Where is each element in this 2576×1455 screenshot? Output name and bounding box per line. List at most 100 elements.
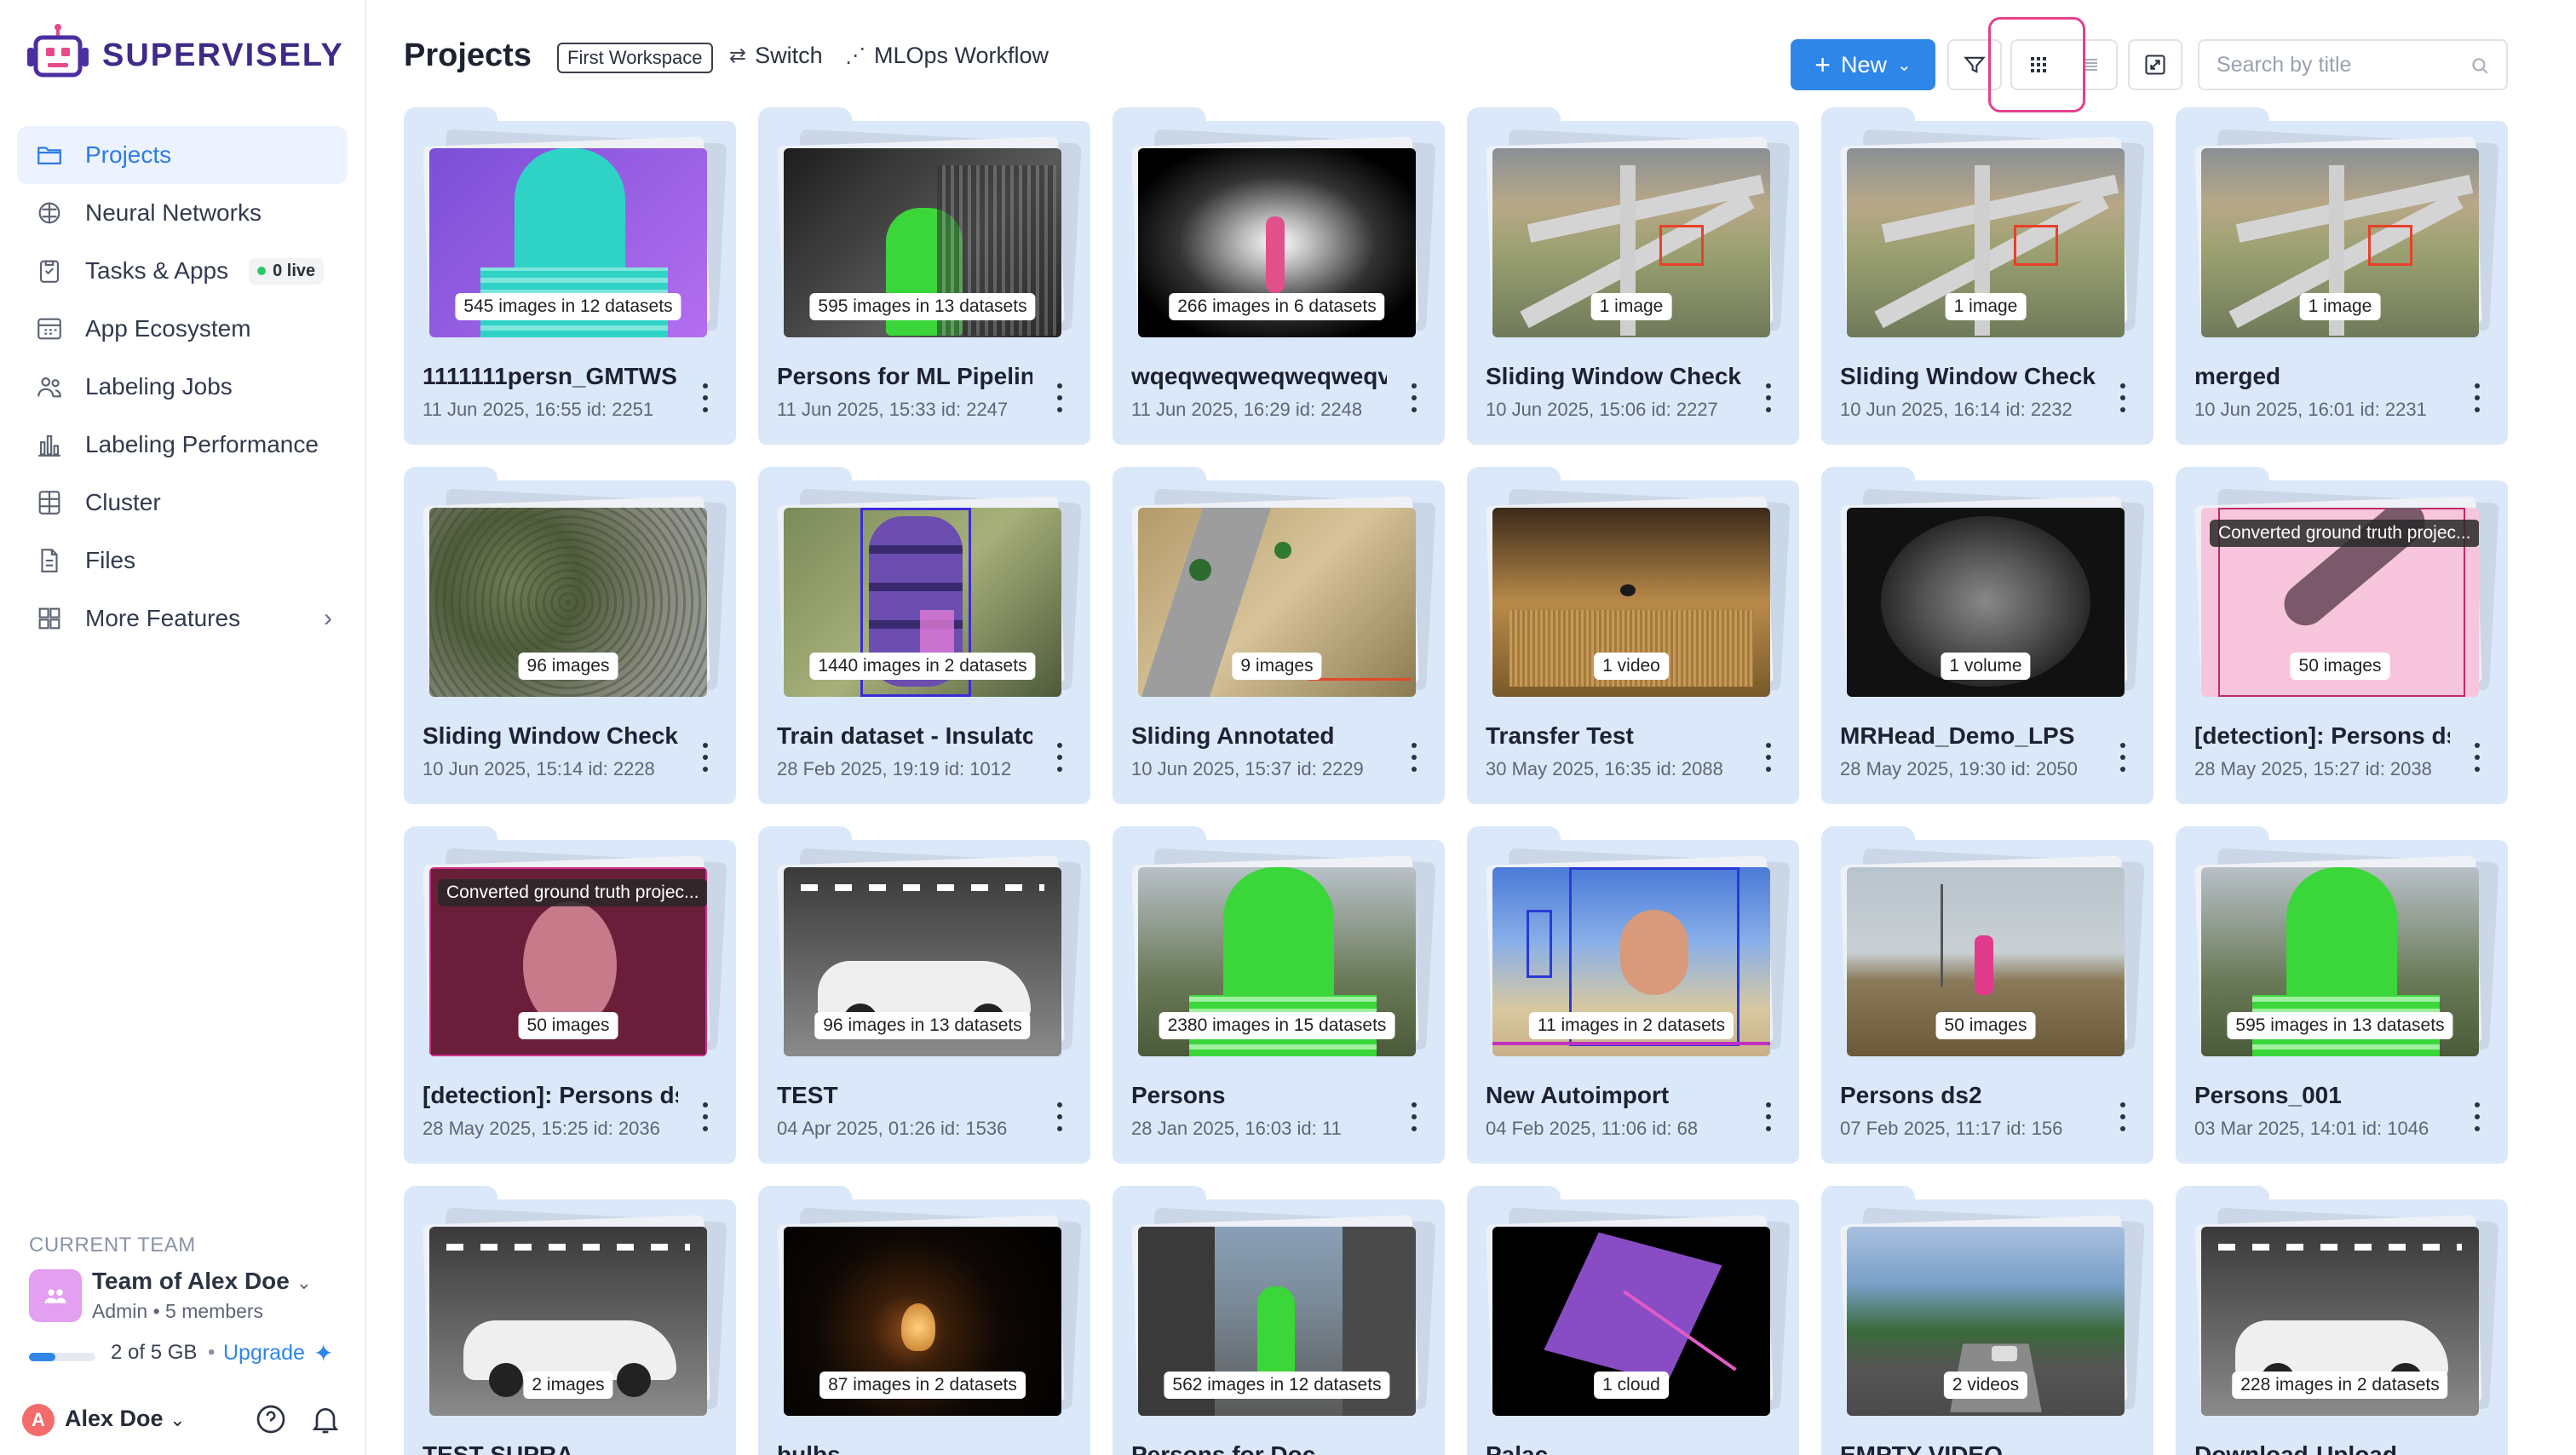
more-vertical-icon[interactable] (1409, 743, 1419, 772)
project-title[interactable]: Download-Upload (2194, 1441, 2450, 1455)
switch-workspace-link[interactable]: ⇄ Switch (729, 43, 823, 69)
more-vertical-icon[interactable] (2472, 383, 2482, 412)
more-vertical-icon[interactable] (2118, 1102, 2128, 1131)
project-title[interactable]: Persons for Doc (1131, 1441, 1387, 1455)
fullscreen-button[interactable] (2128, 39, 2182, 90)
project-card[interactable]: 1 cloudPalac08 Apr 2025, 13:02 id: 1589 (1467, 1186, 1799, 1455)
project-thumbnail[interactable]: 228 images in 2 datasets (2201, 1227, 2479, 1416)
project-title[interactable]: bulbs (777, 1441, 1032, 1455)
project-thumbnail[interactable]: 1 image (1492, 148, 1770, 337)
project-title[interactable]: Palac (1486, 1441, 1741, 1455)
sidebar-item-tasks-apps[interactable]: Tasks & Apps 0 live (17, 242, 348, 300)
team-avatar[interactable] (29, 1269, 82, 1322)
project-thumbnail[interactable]: 266 images in 6 datasets (1138, 148, 1416, 337)
project-card[interactable]: 1440 images in 2 datasets Train dataset -… (758, 467, 1090, 804)
project-thumbnail[interactable]: 1440 images in 2 datasets (784, 508, 1061, 697)
project-card[interactable]: Converted ground truth projec... 50 image… (404, 826, 736, 1164)
project-title[interactable]: Sliding Window Check_ (1840, 363, 2096, 390)
more-vertical-icon[interactable] (2118, 743, 2128, 772)
project-card[interactable]: 228 images in 2 datasetsDownload-Upload3… (2176, 1186, 2508, 1455)
project-card[interactable]: 1 video Transfer Test 30 May 2025, 16:35 i… (1467, 467, 1799, 804)
more-vertical-icon[interactable] (2118, 383, 2128, 412)
project-thumbnail[interactable]: 545 images in 12 datasets (429, 148, 707, 337)
project-title[interactable]: Train dataset - Insulatc (777, 722, 1032, 750)
sidebar-item-more-features[interactable]: More Features › (17, 589, 348, 647)
project-thumbnail[interactable]: 2380 images in 15 datasets (1138, 867, 1416, 1056)
more-vertical-icon[interactable] (1763, 383, 1774, 412)
project-thumbnail[interactable]: 96 images in 13 datasets (784, 867, 1061, 1056)
sidebar-item-labeling-jobs[interactable]: Labeling Jobs (17, 358, 348, 416)
project-card[interactable]: 2 videosEMPTY VIDEO18 Feb 2025, 01:23 id… (1821, 1186, 2153, 1455)
project-card[interactable]: 266 images in 6 datasets wqeqweqweqweqweq… (1113, 107, 1445, 445)
project-thumbnail[interactable]: 1 cloud (1492, 1227, 1770, 1416)
more-vertical-icon[interactable] (1055, 743, 1065, 772)
user-avatar[interactable]: A (22, 1404, 55, 1436)
project-title[interactable]: TEST (777, 1082, 1032, 1109)
more-vertical-icon[interactable] (700, 743, 710, 772)
more-vertical-icon[interactable] (2472, 1102, 2482, 1131)
more-vertical-icon[interactable] (700, 1102, 710, 1131)
sidebar-item-projects[interactable]: Projects (17, 126, 348, 184)
project-title[interactable]: Persons for ML Pipelin (777, 363, 1032, 390)
sidebar-item-app-ecosystem[interactable]: App Ecosystem (17, 300, 348, 358)
project-card[interactable]: 87 images in 2 datasetsbulbs31 Mar 2025,… (758, 1186, 1090, 1455)
project-thumbnail[interactable]: Converted ground truth projec... 50 image… (429, 867, 707, 1056)
project-thumbnail[interactable]: 2 videos (1847, 1227, 2125, 1416)
project-card[interactable]: 595 images in 13 datasets Persons for ML … (758, 107, 1090, 445)
project-card[interactable]: 1 volume MRHead_Demo_LPS 28 May 2025, 19:3… (1821, 467, 2153, 804)
project-thumbnail[interactable]: 1 image (1847, 148, 2125, 337)
project-title[interactable]: Transfer Test (1486, 722, 1741, 750)
project-card[interactable]: 1 image merged 10 Jun 2025, 16:01 id: 2231 (2176, 107, 2508, 445)
more-vertical-icon[interactable] (1055, 1102, 1065, 1131)
project-title[interactable]: 1111111persn_GMTWS (423, 363, 678, 390)
sidebar-item-files[interactable]: Files (17, 532, 348, 589)
more-vertical-icon[interactable] (1763, 1102, 1774, 1131)
more-vertical-icon[interactable] (1763, 743, 1774, 772)
project-card[interactable]: 595 images in 13 datasets Persons_001 03 M… (2176, 826, 2508, 1164)
project-thumbnail[interactable]: 11 images in 2 datasets (1492, 867, 1770, 1056)
project-thumbnail[interactable]: 50 images (1847, 867, 2125, 1056)
project-title[interactable]: New Autoimport (1486, 1082, 1741, 1109)
project-card[interactable]: 96 images in 13 datasets TEST 04 Apr 2025,… (758, 826, 1090, 1164)
project-card[interactable]: Converted ground truth projec... 50 image… (2176, 467, 2508, 804)
more-vertical-icon[interactable] (2472, 743, 2482, 772)
project-title[interactable]: Persons ds2 (1840, 1082, 2096, 1109)
more-vertical-icon[interactable] (1055, 383, 1065, 412)
project-card[interactable]: 1 image Sliding Window Check_ 10 Jun 2025,… (1821, 107, 2153, 445)
project-title[interactable]: merged (2194, 363, 2450, 390)
project-thumbnail[interactable]: 87 images in 2 datasets (784, 1227, 1061, 1416)
help-icon[interactable] (254, 1402, 288, 1436)
project-title[interactable]: MRHead_Demo_LPS (1840, 722, 2096, 750)
project-card[interactable]: 545 images in 12 datasets 1111111persn_GM… (404, 107, 736, 445)
more-vertical-icon[interactable] (1409, 1102, 1419, 1131)
more-vertical-icon[interactable] (1409, 383, 1419, 412)
project-title[interactable]: Sliding Window Check- (423, 722, 678, 750)
project-title[interactable]: wqeqweqweqweqweqv (1131, 363, 1387, 390)
project-title[interactable]: [detection]: Persons ds (2194, 722, 2450, 750)
upgrade-link[interactable]: Upgrade (223, 1341, 305, 1366)
project-title[interactable]: EMPTY VIDEO (1840, 1441, 2096, 1455)
project-title[interactable]: Sliding Window Check (1486, 363, 1741, 390)
project-title[interactable]: Persons_001 (2194, 1082, 2450, 1109)
project-title[interactable]: Persons (1131, 1082, 1387, 1109)
sidebar-item-labeling-performance[interactable]: Labeling Performance (17, 416, 348, 474)
project-card[interactable]: 9 images Sliding Annotated 10 Jun 2025, 15… (1113, 467, 1445, 804)
project-card[interactable]: 96 images Sliding Window Check- 10 Jun 202… (404, 467, 736, 804)
project-thumbnail[interactable]: 595 images in 13 datasets (2201, 867, 2479, 1056)
team-switcher[interactable]: Team of Alex Doe ⌄ (92, 1268, 312, 1295)
project-card[interactable]: 2380 images in 15 datasets Persons 28 Jan … (1113, 826, 1445, 1164)
workspace-chip[interactable]: First Workspace (557, 43, 713, 73)
project-card[interactable]: 11 images in 2 datasets New Autoimport 04 … (1467, 826, 1799, 1164)
project-card[interactable]: 2 imagesTEST SUPRA09 Apr 2025, 00:25 id:… (404, 1186, 736, 1455)
sidebar-item-cluster[interactable]: Cluster (17, 474, 348, 532)
mlops-workflow-link[interactable]: ⋰ MLOps Workflow (845, 43, 1049, 69)
new-button[interactable]: + New ⌄ (1791, 39, 1935, 90)
project-thumbnail[interactable]: 1 image (2201, 148, 2479, 337)
project-card[interactable]: 1 image Sliding Window Check 10 Jun 2025, … (1467, 107, 1799, 445)
more-vertical-icon[interactable] (700, 383, 710, 412)
project-title[interactable]: Sliding Annotated (1131, 722, 1387, 750)
project-card[interactable]: 562 images in 12 datasets Persons for Doc… (1113, 1186, 1445, 1455)
project-title[interactable]: [detection]: Persons ds (423, 1082, 678, 1109)
project-card[interactable]: 50 images Persons ds2 07 Feb 2025, 11:17 i… (1821, 826, 2153, 1164)
project-thumbnail[interactable]: 1 video (1492, 508, 1770, 697)
